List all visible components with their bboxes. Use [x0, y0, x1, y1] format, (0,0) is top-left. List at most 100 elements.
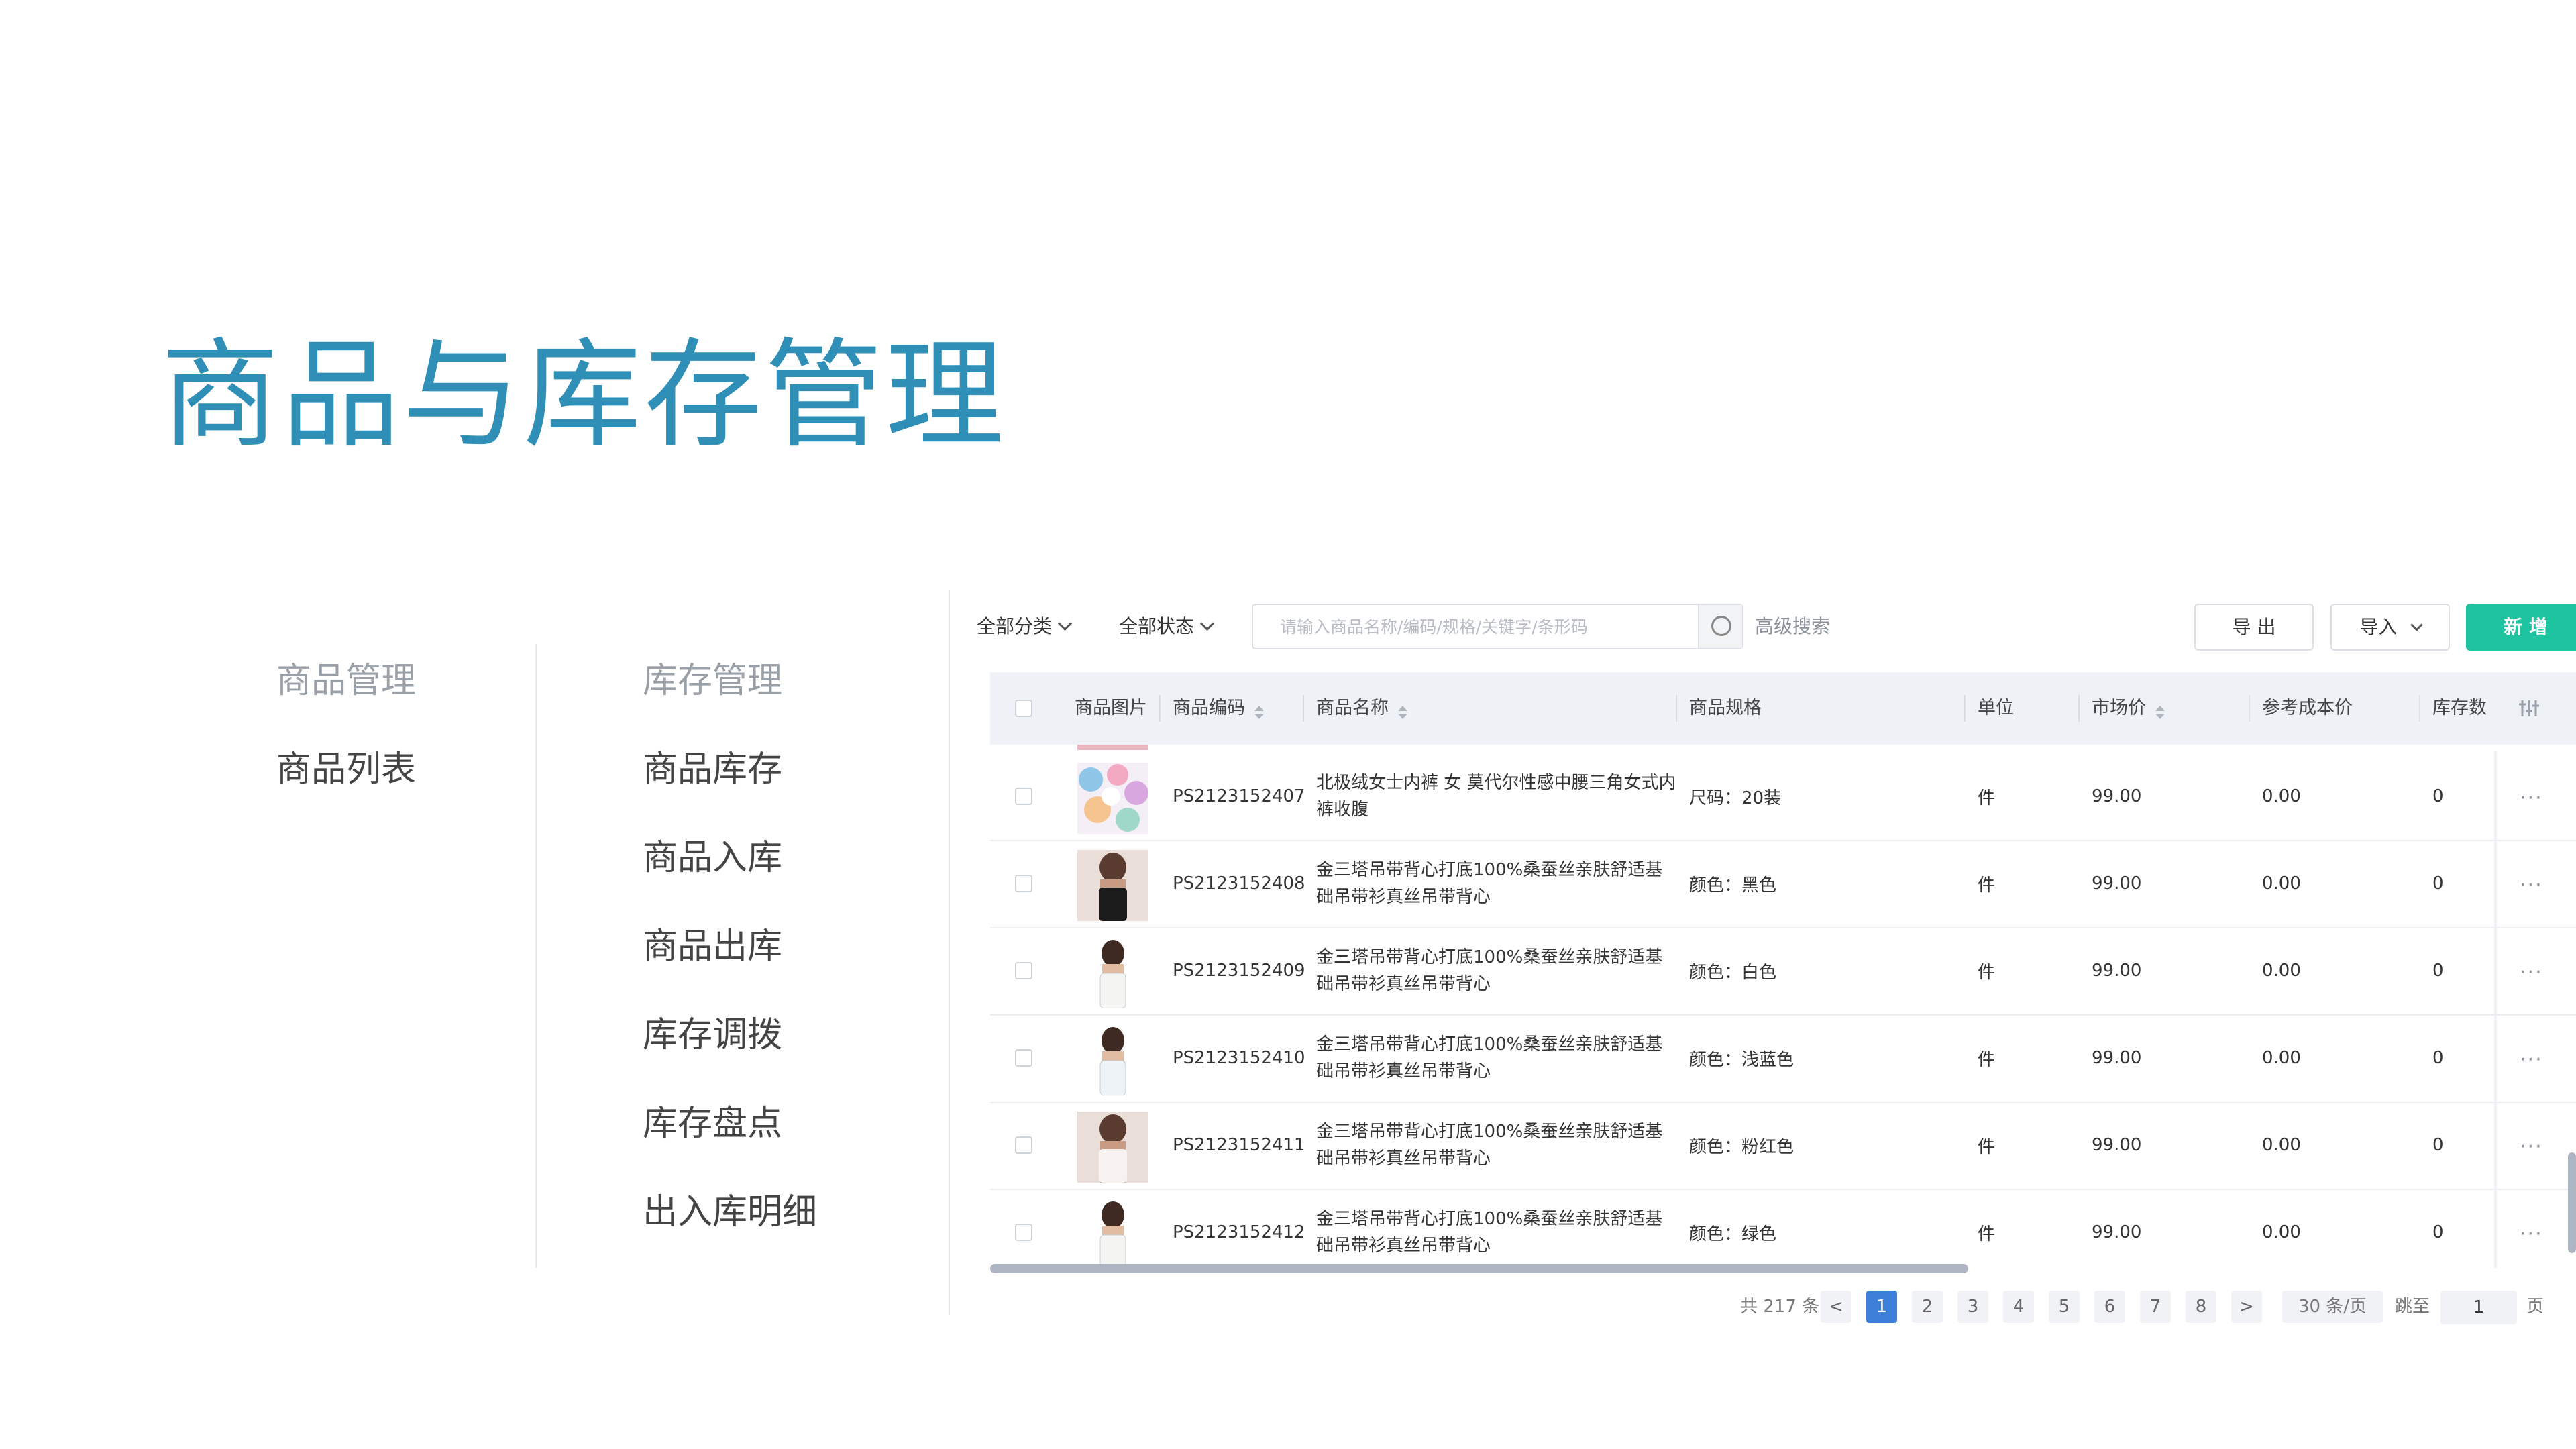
row-checkbox[interactable] [1015, 962, 1032, 979]
market-price: 99.00 [2092, 873, 2142, 894]
page-size-select[interactable]: 30 条/页 [2282, 1291, 2383, 1323]
row-checkbox[interactable] [1015, 1224, 1032, 1241]
status-dropdown[interactable]: 全部状态 [1119, 600, 1215, 653]
col-price[interactable]: 市场价 [2092, 672, 2165, 745]
jump-page-input[interactable] [2440, 1291, 2517, 1324]
table-row[interactable]: PS2123152411 金三塔吊带背心打底100%桑蚕丝亲肤舒适基础吊带衫真丝… [990, 1102, 2576, 1190]
stock-count: 0 [2432, 1048, 2444, 1068]
page-6-button[interactable]: 6 [2094, 1291, 2125, 1323]
product-menu-header: 商品管理 [276, 661, 417, 701]
page-2-button[interactable]: 2 [1912, 1291, 1943, 1323]
vertical-scrollbar[interactable] [2568, 1152, 2576, 1253]
product-name: 金三塔吊带背心打底100%桑蚕丝亲肤舒适基础吊带衫真丝吊带背心 [1316, 1034, 1663, 1081]
table-row[interactable]: PS2123152412 金三塔吊带背心打底100%桑蚕丝亲肤舒适基础吊带衫真丝… [990, 1189, 2576, 1268]
add-product-button[interactable]: 新 增 [2466, 604, 2576, 651]
menu-item-product-list[interactable]: 商品列表 [276, 746, 416, 793]
cost-price: 0.00 [2262, 1222, 2301, 1242]
column-divider [1159, 695, 1161, 722]
chevron-down-icon [1057, 616, 1073, 631]
row-checkbox[interactable] [1015, 788, 1032, 805]
menu-item-stock-out[interactable]: 商品出库 [643, 923, 817, 970]
market-price: 99.00 [2092, 1048, 2142, 1068]
page-3-button[interactable]: 3 [1957, 1291, 1988, 1323]
status-label: 全部状态 [1119, 615, 1195, 637]
column-settings-icon[interactable] [2517, 696, 2541, 720]
more-actions-icon[interactable]: ··· [2520, 1135, 2543, 1159]
horizontal-scrollbar[interactable] [990, 1264, 1968, 1273]
search-icon [1711, 616, 1731, 636]
product-unit: 件 [1978, 962, 1996, 983]
page-5-button[interactable]: 5 [2049, 1291, 2080, 1323]
cost-price: 0.00 [2262, 1048, 2301, 1068]
product-spec: 颜色：浅蓝色 [1689, 1049, 1794, 1070]
menu-item-stock[interactable]: 商品库存 [643, 746, 817, 793]
prev-page-button[interactable]: < [1821, 1291, 1851, 1323]
menu-item-stock-in[interactable]: 商品入库 [643, 835, 817, 881]
row-checkbox[interactable] [1015, 875, 1032, 892]
more-actions-icon[interactable]: ··· [2520, 786, 2543, 810]
page-7-button[interactable]: 7 [2140, 1291, 2171, 1323]
product-code: PS2123152409 [1173, 961, 1305, 981]
table-row[interactable]: PS2123152410 金三塔吊带背心打底100%桑蚕丝亲肤舒适基础吊带衫真丝… [990, 1014, 2576, 1103]
cost-price: 0.00 [2262, 961, 2301, 981]
more-actions-icon[interactable]: ··· [2520, 1048, 2543, 1071]
more-actions-icon[interactable]: ··· [2520, 1222, 2543, 1246]
col-price-label: 市场价 [2092, 698, 2146, 718]
select-all-checkbox[interactable] [1015, 700, 1032, 717]
menu-item-transfer[interactable]: 库存调拨 [643, 1012, 817, 1059]
table-row[interactable]: PS2123152407 北极绒女士内裤 女 莫代尔性感中腰三角女式内裤收腹 尺… [990, 753, 2576, 841]
page-4-button[interactable]: 4 [2003, 1291, 2034, 1323]
menu-item-stocktake[interactable]: 库存盘点 [643, 1100, 817, 1147]
column-divider [2419, 695, 2420, 722]
search-button[interactable] [1698, 605, 1742, 648]
advanced-search-link[interactable]: 高级搜索 [1755, 600, 1830, 653]
total-count: 共 217 条 [1740, 1297, 1820, 1317]
stock-count: 0 [2432, 1135, 2444, 1155]
category-dropdown[interactable]: 全部分类 [977, 600, 1073, 653]
col-unit: 单位 [1978, 698, 2014, 718]
more-actions-icon[interactable]: ··· [2520, 961, 2543, 984]
search-input[interactable] [1253, 605, 1696, 648]
product-image [1077, 1199, 1148, 1268]
col-name-label: 商品名称 [1316, 698, 1389, 718]
page-1-button[interactable]: 1 [1866, 1291, 1897, 1323]
product-spec: 颜色：粉红色 [1689, 1136, 1794, 1157]
import-label: 导入 [2359, 616, 2398, 638]
product-spec: 尺码：20装 [1689, 788, 1782, 808]
row-checkbox[interactable] [1015, 1049, 1032, 1067]
column-divider [2078, 695, 2080, 722]
export-button[interactable]: 导 出 [2194, 604, 2314, 651]
panel-divider [949, 590, 950, 1315]
chevron-down-icon [1199, 616, 1215, 631]
col-spec: 商品规格 [1689, 698, 1762, 718]
product-name: 金三塔吊带背心打底100%桑蚕丝亲肤舒适基础吊带衫真丝吊带背心 [1316, 860, 1663, 907]
stock-count: 0 [2432, 1222, 2444, 1242]
product-spec: 颜色：黑色 [1689, 875, 1777, 896]
market-price: 99.00 [2092, 1135, 2142, 1155]
chevron-down-icon [2410, 619, 2423, 631]
cost-price: 0.00 [2262, 786, 2301, 806]
partial-row-image [1077, 745, 1148, 750]
menu-item-io-detail[interactable]: 出入库明细 [643, 1189, 817, 1236]
table-row[interactable]: PS2123152409 金三塔吊带背心打底100%桑蚕丝亲肤舒适基础吊带衫真丝… [990, 927, 2576, 1016]
row-checkbox[interactable] [1015, 1136, 1032, 1154]
column-divider [1964, 695, 1966, 722]
product-table-panel: 全部分类 全部状态 高级搜索 导 出 导入 新 增 商品图片 商品编码 商品名称… [977, 590, 2576, 1328]
stock-menu-header: 库存管理 [643, 661, 783, 701]
table-row[interactable]: PS2123152408 金三塔吊带背心打底100%桑蚕丝亲肤舒适基础吊带衫真丝… [990, 840, 2576, 928]
col-code-label: 商品编码 [1173, 698, 1245, 718]
col-code[interactable]: 商品编码 [1173, 672, 1264, 745]
cost-price: 0.00 [2262, 873, 2301, 894]
product-name: 金三塔吊带背心打底100%桑蚕丝亲肤舒适基础吊带衫真丝吊带背心 [1316, 1122, 1663, 1169]
page-unit-label: 页 [2526, 1297, 2544, 1317]
product-unit: 件 [1978, 875, 1996, 896]
import-button[interactable]: 导入 [2330, 604, 2450, 651]
col-name[interactable]: 商品名称 [1316, 672, 1407, 745]
product-code: PS2123152411 [1173, 1135, 1305, 1155]
more-actions-icon[interactable]: ··· [2520, 873, 2543, 897]
product-spec: 颜色：白色 [1689, 962, 1777, 983]
column-divider [2249, 695, 2250, 722]
product-image [1077, 1024, 1148, 1095]
page-8-button[interactable]: 8 [2186, 1291, 2216, 1323]
next-page-button[interactable]: > [2231, 1291, 2262, 1323]
